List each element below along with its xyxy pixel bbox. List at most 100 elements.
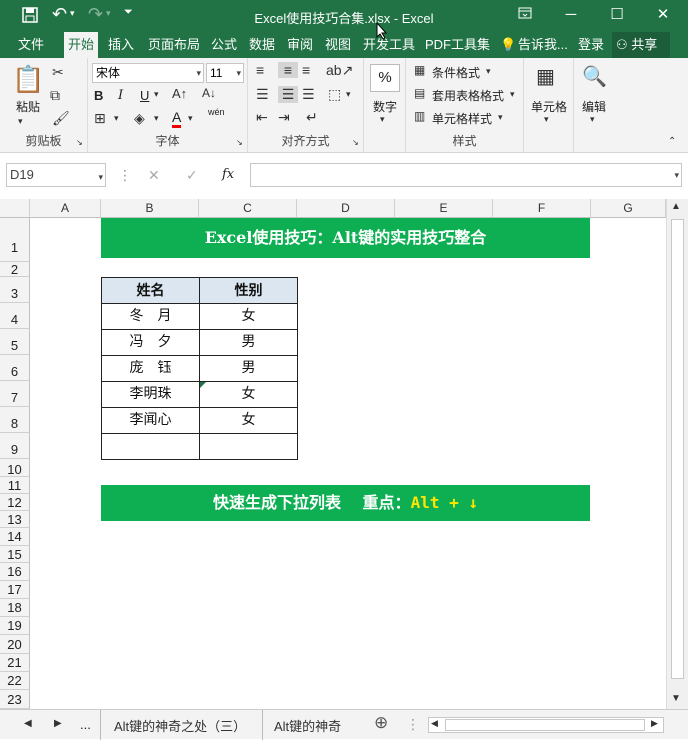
row-header[interactable]: 4 [0, 303, 30, 329]
number-format-button[interactable]: 数字 [364, 98, 406, 115]
borders-dropdown-icon[interactable]: ▾ [114, 113, 119, 124]
row-header[interactable]: 5 [0, 329, 30, 355]
table-dropdown-icon[interactable]: ▾ [510, 89, 515, 100]
cond-dropdown-icon[interactable]: ▾ [486, 66, 491, 77]
paste-button[interactable]: 粘贴 [10, 98, 46, 115]
cells-dropdown-icon[interactable]: ▾ [544, 114, 549, 125]
scroll-left-icon[interactable]: ◀ [431, 718, 438, 729]
collapse-ribbon-icon[interactable]: ⌃ [668, 136, 676, 147]
align-middle-icon[interactable]: ≡ [278, 62, 298, 78]
row-header[interactable]: 21 [0, 654, 30, 672]
cells-button[interactable]: 单元格 [524, 98, 574, 115]
row-header[interactable]: 7 [0, 381, 30, 407]
expand-formula-icon[interactable]: ▾ [674, 166, 679, 184]
alignment-launcher-icon[interactable]: ↘ [352, 138, 359, 147]
row-header[interactable]: 19 [0, 617, 30, 635]
cells-icon[interactable]: ▦ [536, 64, 555, 89]
tab-view[interactable]: 视图 [321, 32, 355, 58]
column-header-e[interactable]: E [395, 199, 493, 218]
tab-file[interactable]: 文件 [14, 32, 48, 58]
table-cell-name[interactable]: 庞 钰 [101, 356, 200, 382]
cell-styles-button[interactable]: 单元格样式 [432, 110, 492, 127]
next-sheet-icon[interactable]: ▶ [54, 718, 62, 729]
select-all-corner[interactable] [0, 199, 30, 218]
find-icon[interactable]: 🔍 [582, 64, 607, 89]
row-header[interactable]: 12 [0, 494, 30, 511]
merge-center-icon[interactable]: ⬚ [328, 86, 341, 103]
align-bottom-icon[interactable]: ≡ [302, 62, 310, 78]
align-left-icon[interactable]: ☰ [256, 86, 269, 103]
underline-dropdown-icon[interactable]: ▾ [154, 89, 159, 100]
row-header[interactable]: 16 [0, 563, 30, 581]
phonetic-icon[interactable]: wén [208, 107, 225, 117]
row-header[interactable]: 22 [0, 672, 30, 690]
table-cell-name[interactable] [101, 434, 200, 460]
prev-sheet-icon[interactable]: ◀ [24, 718, 32, 729]
horizontal-scroll-thumb[interactable] [445, 719, 645, 731]
borders-icon[interactable]: ⊞ [94, 110, 106, 127]
cancel-entry-icon[interactable]: ✕ [148, 167, 160, 184]
orientation-icon[interactable]: ab↗ [326, 62, 353, 79]
table-cell-gender[interactable] [200, 434, 298, 460]
fill-dropdown-icon[interactable]: ▾ [154, 113, 159, 124]
table-cell-gender[interactable]: 男 [200, 330, 298, 356]
conditional-format-button[interactable]: 条件格式 [432, 64, 480, 81]
cell-styles-dropdown-icon[interactable]: ▾ [498, 112, 503, 123]
scroll-right-icon[interactable]: ▶ [651, 718, 658, 729]
worksheet-grid[interactable]: A B C D E F G 1 2 3 4 5 6 7 8 9 10 11 12… [0, 199, 666, 709]
percent-icon[interactable]: % [370, 64, 400, 92]
row-header[interactable]: 18 [0, 599, 30, 617]
tab-developer[interactable]: 开发工具 [359, 32, 419, 58]
confirm-entry-icon[interactable]: ✓ [186, 167, 198, 184]
row-header[interactable]: 14 [0, 528, 30, 546]
column-header-f[interactable]: F [493, 199, 591, 218]
minimize-button[interactable]: ─ [556, 4, 586, 26]
wrap-text-icon[interactable]: ↵ [306, 109, 318, 126]
row-header[interactable]: 9 [0, 433, 30, 459]
row-header[interactable]: 1 [0, 218, 30, 262]
row-header[interactable]: 3 [0, 277, 30, 303]
row-header[interactable]: 17 [0, 581, 30, 599]
tell-me-input[interactable]: 告诉我... [514, 32, 572, 58]
row-header[interactable]: 10 [0, 459, 30, 477]
underline-button[interactable]: U [140, 88, 149, 103]
sheet-tab[interactable]: Alt键的神奇之处（三） [114, 716, 246, 735]
align-center-icon[interactable]: ☰ [278, 86, 298, 103]
font-launcher-icon[interactable]: ↘ [236, 138, 243, 147]
name-box[interactable]: D19 ▾ [6, 163, 106, 187]
table-cell-name[interactable]: 李闻心 [101, 408, 200, 434]
font-color-icon[interactable]: A [172, 109, 182, 128]
add-sheet-button[interactable]: ⊕ [374, 713, 388, 733]
table-header-name[interactable]: 姓名 [101, 277, 200, 304]
paste-icon[interactable]: 📋 [12, 64, 44, 95]
table-cell-name[interactable]: 冯 夕 [101, 330, 200, 356]
row-header[interactable]: 8 [0, 407, 30, 433]
font-color-dropdown-icon[interactable]: ▾ [188, 113, 193, 124]
splitter-icon[interactable]: ⋮ [406, 716, 420, 733]
align-top-icon[interactable]: ≡ [256, 62, 264, 78]
tab-review[interactable]: 审阅 [283, 32, 317, 58]
row-header[interactable]: 15 [0, 546, 30, 563]
table-header-gender[interactable]: 性别 [200, 277, 298, 304]
table-cell-gender[interactable]: 女 [200, 382, 298, 408]
ribbon-display-icon[interactable] [510, 4, 540, 26]
format-painter-icon[interactable]: 🖌 [52, 110, 70, 127]
tab-home[interactable]: 开始 [64, 32, 99, 58]
tab-data[interactable]: 数据 [245, 32, 279, 58]
tab-pdf-tools[interactable]: PDF工具集 [421, 32, 494, 58]
column-header-d[interactable]: D [297, 199, 395, 218]
share-button[interactable]: ⚇ 共享 [612, 32, 670, 58]
decrease-indent-icon[interactable]: ⇤ [256, 109, 268, 126]
grow-font-icon[interactable]: A↑ [172, 86, 187, 101]
editing-dropdown-icon[interactable]: ▾ [590, 114, 595, 125]
table-cell-gender[interactable]: 女 [200, 304, 298, 330]
formula-input[interactable]: ▾ [250, 163, 682, 187]
increase-indent-icon[interactable]: ⇥ [278, 109, 290, 126]
table-cell-name[interactable]: 冬 月 [101, 304, 200, 330]
fill-color-icon[interactable]: ◈ [134, 110, 145, 127]
tab-page-layout[interactable]: 页面布局 [144, 32, 204, 58]
close-button[interactable]: ✕ [648, 4, 678, 26]
table-cell-gender[interactable]: 男 [200, 356, 298, 382]
insert-function-icon[interactable]: fx [222, 167, 234, 182]
table-cell-gender[interactable]: 女 [200, 408, 298, 434]
